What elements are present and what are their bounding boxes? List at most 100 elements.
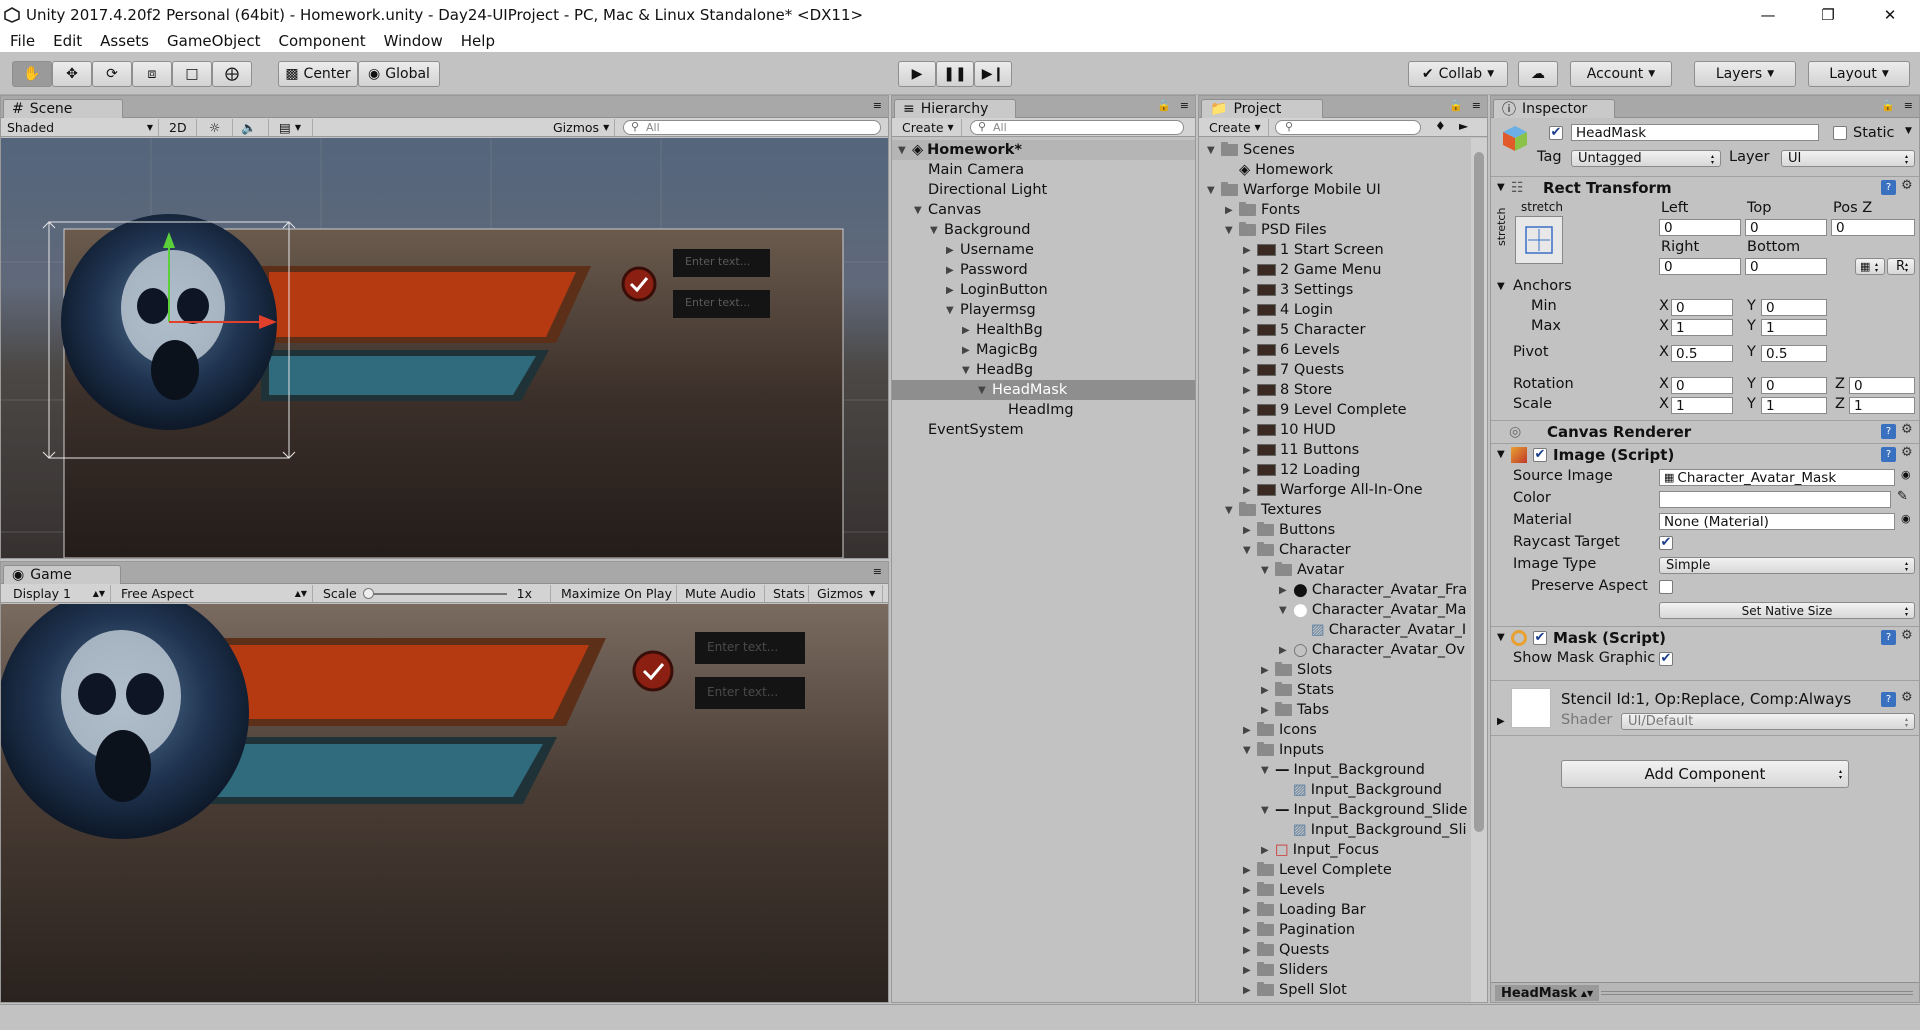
- collapsed-arrow-icon[interactable]: ▶: [1243, 525, 1257, 536]
- collapsed-arrow-icon[interactable]: ▶: [1261, 845, 1275, 856]
- project-item[interactable]: ▼ Character: [1199, 540, 1351, 560]
- eyedropper-icon[interactable]: ✎: [1897, 489, 1908, 504]
- expanded-arrow-icon[interactable]: ▼: [930, 225, 944, 236]
- collapsed-arrow-icon[interactable]: ▶: [1243, 365, 1257, 376]
- project-item[interactable]: ▶ 5 Character: [1199, 320, 1365, 340]
- collapsed-arrow-icon[interactable]: ▶: [962, 345, 976, 356]
- collab-button[interactable]: ✔ Collab ▼: [1408, 61, 1508, 87]
- hierarchy-item[interactable]: ▶ MagicBg: [892, 340, 1195, 360]
- collapsed-arrow-icon[interactable]: ▶: [1243, 945, 1257, 956]
- color-swatch[interactable]: [1659, 491, 1891, 508]
- collapsed-arrow-icon[interactable]: ▶: [1243, 245, 1257, 256]
- hierarchy-item[interactable]: ▼ HeadMask: [892, 380, 1195, 400]
- game-viewport[interactable]: Enter text... Enter text...: [1, 604, 888, 1002]
- project-item[interactable]: ▶ 6 Levels: [1199, 340, 1340, 360]
- material-field[interactable]: None (Material): [1659, 513, 1895, 530]
- anchor-min-y-input[interactable]: 0: [1761, 299, 1827, 316]
- game-gizmos-dropdown[interactable]: Gizmos ▼: [811, 585, 883, 602]
- collapsed-arrow-icon[interactable]: ▶: [1225, 205, 1239, 216]
- project-item[interactable]: ▶ Slots: [1199, 660, 1332, 680]
- hierarchy-item[interactable]: ▶ Password: [892, 260, 1195, 280]
- canvas-renderer-header[interactable]: ◎ Canvas Renderer: [1491, 420, 1919, 442]
- static-checkbox[interactable]: [1833, 126, 1847, 140]
- cloud-button[interactable]: ☁: [1518, 61, 1558, 87]
- tab-project[interactable]: 📁 Project: [1201, 99, 1323, 118]
- lighting-toggle[interactable]: ☼: [203, 119, 233, 136]
- collapsed-arrow-icon[interactable]: ▶: [1243, 305, 1257, 316]
- close-button[interactable]: ✕: [1862, 0, 1918, 29]
- panel-menu-icon[interactable]: ≡: [873, 565, 882, 578]
- project-item[interactable]: ▶ 7 Quests: [1199, 360, 1344, 380]
- play-button[interactable]: ▶: [898, 61, 936, 87]
- menu-component[interactable]: Component: [269, 32, 374, 50]
- collapsed-arrow-icon[interactable]: ▶: [1243, 265, 1257, 276]
- source-image-field[interactable]: ▦ Character_Avatar_Mask: [1659, 469, 1895, 486]
- raycast-target-checkbox[interactable]: ✔: [1659, 536, 1673, 550]
- rotation-z-input[interactable]: 0: [1849, 377, 1915, 394]
- expanded-arrow-icon[interactable]: ▼: [946, 305, 960, 316]
- scale-z-input[interactable]: 1: [1849, 397, 1915, 414]
- project-item[interactable]: ▶ Fonts: [1199, 200, 1300, 220]
- collapsed-arrow-icon[interactable]: ▶: [962, 325, 976, 336]
- project-item[interactable]: ▼ Scenes: [1199, 140, 1295, 160]
- collapsed-arrow-icon[interactable]: ▶: [1261, 705, 1275, 716]
- expand-arrow-icon[interactable]: ▶: [1497, 716, 1505, 727]
- hierarchy-item[interactable]: ▼ Playermsg: [892, 300, 1195, 320]
- expanded-arrow-icon[interactable]: ▼: [1243, 545, 1257, 556]
- hierarchy-item[interactable]: EventSystem: [892, 420, 1195, 440]
- expanded-arrow-icon[interactable]: ▼: [1207, 145, 1221, 156]
- scale-x-input[interactable]: 1: [1671, 397, 1733, 414]
- help-icon[interactable]: ?: [1881, 180, 1896, 195]
- aspect-dropdown[interactable]: Free Aspect ▲▼: [115, 585, 313, 602]
- project-item[interactable]: ▶ □ Input_Focus: [1199, 840, 1379, 860]
- project-item[interactable]: ▼ Inputs: [1199, 740, 1324, 760]
- project-item[interactable]: ▶ Stats: [1199, 680, 1334, 700]
- transform-tool-button[interactable]: ⨁: [212, 61, 252, 87]
- object-picker-icon[interactable]: ◉: [1901, 512, 1911, 525]
- rect-tool-button[interactable]: □: [172, 61, 212, 87]
- expanded-arrow-icon[interactable]: ▼: [1279, 605, 1293, 616]
- project-item[interactable]: ▼ Textures: [1199, 500, 1322, 520]
- menu-window[interactable]: Window: [374, 32, 451, 50]
- collapsed-arrow-icon[interactable]: ▶: [1243, 405, 1257, 416]
- panel-menu-icon[interactable]: ≡: [1904, 99, 1913, 112]
- project-item[interactable]: ▼ Avatar: [1199, 560, 1344, 580]
- project-item[interactable]: ▶ 12 Loading: [1199, 460, 1360, 480]
- project-scrollbar-thumb[interactable]: [1474, 152, 1484, 832]
- project-item[interactable]: ▨ Character_Avatar_I: [1199, 620, 1466, 640]
- shader-dropdown[interactable]: UI/Default: [1621, 713, 1915, 730]
- global-space-button[interactable]: ◉ Global: [358, 61, 440, 87]
- collapse-arrow-icon[interactable]: ▼: [1497, 632, 1511, 643]
- collapse-arrow-icon[interactable]: ▼: [1497, 449, 1511, 460]
- scale-y-input[interactable]: 1: [1761, 397, 1827, 414]
- collapsed-arrow-icon[interactable]: ▶: [1243, 965, 1257, 976]
- layer-dropdown[interactable]: UI: [1781, 150, 1915, 167]
- project-item[interactable]: ▶ 4 Login: [1199, 300, 1333, 320]
- expanded-arrow-icon[interactable]: ▼: [1261, 565, 1275, 576]
- hierarchy-search-input[interactable]: All: [970, 120, 1184, 135]
- filter-type-icon[interactable]: ♦: [1435, 119, 1446, 133]
- rotate-tool-button[interactable]: ⟳: [92, 61, 132, 87]
- mute-audio-toggle[interactable]: Mute Audio: [679, 585, 765, 602]
- gameobject-name-input[interactable]: HeadMask: [1571, 124, 1819, 141]
- expanded-arrow-icon[interactable]: ▼: [898, 145, 912, 156]
- project-item[interactable]: ▶ Sliders: [1199, 960, 1328, 980]
- hierarchy-item[interactable]: Directional Light: [892, 180, 1195, 200]
- scale-slider[interactable]: Scale 1x: [317, 585, 551, 602]
- tag-dropdown[interactable]: Untagged: [1571, 150, 1721, 167]
- collapsed-arrow-icon[interactable]: ▶: [1243, 485, 1257, 496]
- hierarchy-item[interactable]: Main Camera: [892, 160, 1195, 180]
- right-input[interactable]: 0: [1659, 258, 1741, 275]
- menu-help[interactable]: Help: [451, 32, 503, 50]
- account-button[interactable]: Account ▼: [1570, 61, 1672, 87]
- mask-enabled-checkbox[interactable]: ✔: [1533, 630, 1547, 645]
- project-item[interactable]: ▶ Pagination: [1199, 920, 1355, 940]
- audio-toggle[interactable]: 🔈: [235, 119, 269, 136]
- tab-scene[interactable]: # Scene: [3, 99, 123, 118]
- collapsed-arrow-icon[interactable]: ▶: [1243, 345, 1257, 356]
- project-item[interactable]: ▨ Input_Background_Sli: [1199, 820, 1467, 840]
- collapsed-arrow-icon[interactable]: ▶: [1243, 385, 1257, 396]
- step-button[interactable]: ▶❙: [974, 61, 1012, 87]
- top-input[interactable]: 0: [1745, 219, 1827, 236]
- rect-transform-header[interactable]: ▼ ☷ Rect Transform: [1491, 176, 1919, 198]
